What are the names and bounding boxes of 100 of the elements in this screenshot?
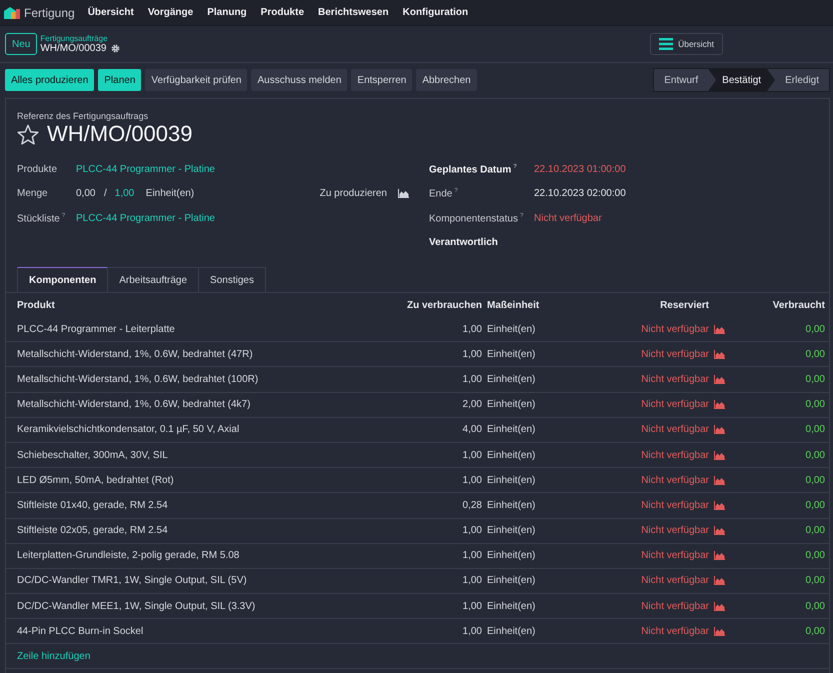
star-icon[interactable]	[17, 124, 39, 144]
gear-icon[interactable]	[110, 44, 120, 53]
area-chart-icon[interactable]	[714, 450, 725, 460]
action-button[interactable]: Ausschuss melden	[251, 69, 348, 91]
table-cell-text: Metallschicht-Widerstand, 1%, 0.6W, bedrahtet (47R)	[17, 348, 254, 360]
column-header[interactable]: Verbraucht	[727, 300, 825, 310]
column-header[interactable]: Reserviert	[557, 300, 727, 310]
action-button[interactable]: Verfügbarkeit prüfen	[145, 69, 248, 91]
status-step[interactable]: Erledigt	[775, 69, 829, 91]
area-chart-icon[interactable]	[714, 602, 725, 611]
area-chart-icon[interactable]	[714, 526, 725, 536]
table-cell-text: 0,00	[804, 550, 825, 562]
table-cell-text: Einheit(en)	[486, 424, 536, 436]
status-step[interactable]: Entwurf	[654, 69, 708, 91]
area-chart-icon[interactable]	[714, 324, 725, 334]
menu-item[interactable]: Vorgänge	[148, 7, 194, 18]
table-cell-text: 1,00	[462, 525, 482, 536]
table-cell-text: Stiftleiste 02x05, gerade, RM 2.54	[17, 525, 169, 536]
availability-status: Nicht verfügbar	[641, 399, 709, 410]
area-chart-icon[interactable]	[714, 476, 725, 485]
product-link[interactable]: PLCC-44 Programmer - Platine	[76, 212, 215, 224]
area-chart-icon[interactable]	[714, 551, 725, 560]
status-step[interactable]: Bestätigt	[708, 69, 776, 91]
breadcrumb-link[interactable]: Fertigungsaufträge	[40, 34, 120, 43]
table-cell-text: 0,00	[804, 626, 825, 637]
table-cell-text: PLCC-44 Programmer - Leiterplatte	[17, 324, 176, 335]
table-cell-text: Metallschicht-Widerstand, 1%, 0.6W, bedrahtet (100R)	[17, 374, 260, 385]
planned-quantity[interactable]: 1,00	[114, 188, 139, 200]
product-link[interactable]: PLCC-44 Programmer - Platine	[76, 164, 215, 175]
table-cell-text: 0,00	[804, 399, 825, 410]
table-cell-text: 44-Pin PLCC Burn-in Sockel	[17, 626, 144, 637]
add-line-link[interactable]: Zeile hinzufügen	[17, 650, 90, 662]
table-cell-text: Einheit(en)	[486, 550, 536, 562]
column-header[interactable]: Maßeinheit	[482, 300, 557, 310]
area-chart-icon[interactable]	[714, 576, 725, 586]
table-cell-text: 0,00	[804, 474, 825, 486]
new-button[interactable]: Neu	[5, 33, 38, 55]
table-cell-text: Leiterplatten-Grundleiste, 2-polig gerade, RM 5.08	[17, 550, 240, 562]
availability-status: Nicht verfügbar	[641, 550, 709, 562]
table-cell-text: Einheit(en)	[486, 500, 536, 511]
area-chart-icon[interactable]	[714, 374, 725, 384]
table-cell-text: 0,00	[804, 374, 825, 385]
table-cell-text: 0,00	[804, 348, 825, 360]
area-chart-icon[interactable]	[714, 500, 725, 510]
column-header[interactable]: Produkt	[17, 300, 387, 310]
availability-status: Nicht verfügbar	[641, 450, 709, 461]
field-label: Ende $^{?}$	[429, 188, 459, 200]
table-cell-text: Keramikvielschichtkondensator, 0.1 µF, 50 V, Axial	[17, 424, 240, 436]
action-button[interactable]: Planen	[98, 69, 142, 91]
table-cell-text: Schiebeschalter, 300mA, 30V, SIL	[17, 450, 169, 461]
table-cell-text: Einheit(en)	[486, 324, 536, 335]
table-cell-text: Einheit(en)	[486, 450, 536, 461]
table-cell-text: 1,00	[462, 374, 482, 385]
menu-item[interactable]: Übersicht	[88, 7, 134, 18]
unit-text: Einheit(en)	[146, 188, 194, 200]
area-chart-icon[interactable]	[714, 626, 725, 636]
tab[interactable]: Komponenten	[17, 267, 108, 292]
forecast-label: Zu produzieren	[320, 188, 387, 200]
overview-button[interactable]: Übersicht	[650, 33, 723, 55]
field-label: Geplantes Datum $^{?}$	[429, 164, 518, 175]
field-label: Komponentenstatus $^{?}$	[429, 212, 524, 224]
field-label: Stückliste $^{?}$	[17, 212, 66, 224]
app-name[interactable]: Fertigung	[24, 6, 75, 20]
table-cell-text: 1,00	[462, 626, 482, 637]
breadcrumb-title: WH/MO/00039	[40, 43, 106, 54]
table-cell-text: 1,00	[462, 348, 482, 360]
availability-status: Nicht verfügbar	[641, 348, 709, 360]
availability-status: Nicht verfügbar	[641, 600, 709, 612]
menu-item[interactable]: Konfiguration	[402, 7, 468, 18]
availability-status: Nicht verfügbar	[641, 424, 709, 436]
field-label: Menge	[17, 188, 49, 200]
field-value: 22.10.2023 01:00:00	[534, 164, 626, 175]
field-value: 22.10.2023 02:00:00	[534, 188, 626, 200]
action-button[interactable]: Alles produzieren	[5, 69, 94, 91]
table-cell-text: DC/DC-Wandler MEE1, 1W, Single Output, SIL (3.3V)	[17, 600, 256, 612]
availability-status: Nicht verfügbar	[641, 324, 709, 335]
area-chart-icon[interactable]	[714, 400, 725, 410]
availability-status: Nicht verfügbar	[641, 575, 709, 586]
table-cell-text: 1,00	[462, 600, 482, 612]
table-cell-text: LED Ø5mm, 50mA, bedrahtet (Rot)	[17, 474, 175, 486]
menu-item[interactable]: Planung	[207, 7, 247, 18]
menu-item[interactable]: Berichtswesen	[318, 7, 389, 18]
table-cell-text: 0,00	[804, 450, 825, 461]
column-header[interactable]: Zu verbrauchen	[387, 300, 482, 310]
menu-item[interactable]: Produkte	[260, 7, 304, 18]
area-chart-icon[interactable]	[714, 425, 725, 434]
action-button[interactable]: Abbrechen	[416, 69, 477, 91]
field-value: Nicht verfügbar	[534, 212, 602, 224]
produced-quantity[interactable]: 0,00	[76, 188, 100, 200]
tab[interactable]: Sonstiges	[198, 267, 266, 292]
app-logo-icon[interactable]	[4, 6, 20, 18]
field-label: Verantwortlich	[429, 237, 499, 248]
table-cell-text: 4,00	[462, 424, 482, 436]
area-chart-icon[interactable]	[714, 350, 725, 359]
action-button[interactable]: Entsperren	[351, 69, 412, 91]
table-cell-text: Einheit(en)	[486, 575, 536, 586]
table-cell-text: 1,00	[462, 324, 482, 335]
area-chart-icon[interactable]	[398, 189, 409, 198]
table-cell-text: Einheit(en)	[486, 348, 536, 360]
availability-status: Nicht verfügbar	[641, 474, 709, 486]
